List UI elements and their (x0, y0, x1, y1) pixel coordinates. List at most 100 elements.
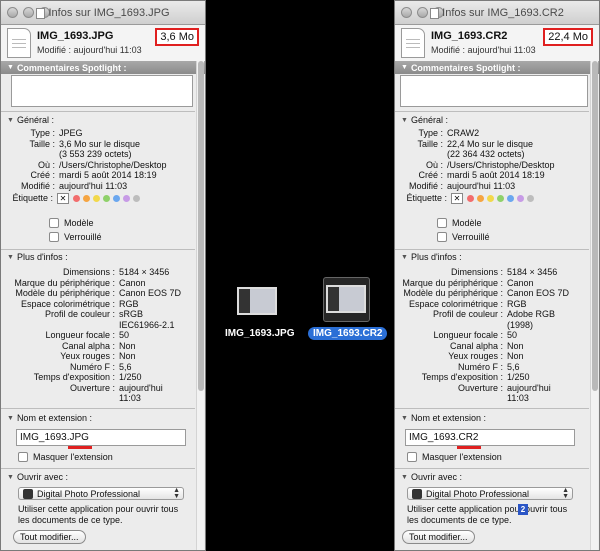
app-popup[interactable]: Digital Photo Professional ▲ ▼ (18, 487, 184, 500)
app-popup[interactable]: Digital Photo Professional ▲ ▼ (407, 487, 573, 500)
app-name: Digital Photo Professional (426, 488, 530, 499)
disclosure-triangle-icon[interactable]: ▼ (7, 415, 14, 422)
tag-dots (467, 193, 537, 203)
tag-color-dot[interactable] (73, 195, 80, 203)
desktop-file-jpg[interactable]: IMG_1693.JPG (220, 327, 299, 340)
info-label: Taille : (29, 138, 55, 149)
spotlight-comments-field[interactable] (11, 75, 193, 107)
general-label: Général : (16, 115, 54, 125)
tag-color-dot[interactable] (83, 195, 90, 203)
disclosure-triangle-icon[interactable]: ▼ (401, 474, 408, 481)
name-header[interactable]: ▼ Nom et extension : (401, 413, 486, 423)
info-row: Ouverture : aujourd'hui (395, 383, 585, 394)
disclosure-triangle-icon[interactable]: ▼ (401, 415, 408, 422)
locked-checkbox-row[interactable]: Verrouillé (49, 232, 102, 242)
etiquette-label: Étiquette : (406, 193, 447, 203)
name-field[interactable]: IMG_1693 .CR2 (405, 429, 575, 446)
more-info-header[interactable]: ▼ Plus d'infos : (401, 252, 462, 262)
disclosure-triangle-icon[interactable]: ▼ (7, 254, 14, 261)
info-row: Modifié : aujourd'hui 11:03 (395, 181, 585, 192)
title-bar[interactable]: Infos sur IMG_1693.CR2 (395, 1, 599, 25)
disclosure-triangle-icon[interactable]: ▼ (401, 254, 408, 261)
info-row: Modifié : aujourd'hui 11:03 (1, 181, 191, 192)
open-with-help: Utiliser cette application pour ouvrir t… (18, 504, 179, 525)
info-label: Profil de couleur : (432, 309, 503, 319)
divider (395, 111, 589, 112)
tag-color-dot[interactable] (487, 195, 494, 203)
name-header[interactable]: ▼ Nom et extension : (7, 413, 92, 423)
hide-ext-row[interactable]: Masquer l'extension (18, 452, 113, 462)
divider (1, 111, 195, 112)
info-label: Profil de couleur : (44, 309, 115, 319)
general-header[interactable]: ▼ Général : (401, 115, 448, 125)
disclosure-triangle-icon[interactable]: ▼ (401, 64, 408, 71)
spotlight-header[interactable]: ▼ Commentaires Spotlight : (395, 61, 599, 74)
no-label-icon[interactable]: ✕ (57, 193, 69, 204)
hide-ext-checkbox[interactable] (407, 452, 417, 462)
locked-checkbox[interactable] (437, 232, 447, 242)
spotlight-comments-field[interactable] (400, 75, 588, 107)
template-checkbox[interactable] (49, 218, 59, 228)
scrollbar[interactable] (590, 61, 598, 550)
tag-color-dot[interactable] (467, 195, 474, 203)
spotlight-label: Commentaires Spotlight : (16, 62, 127, 73)
info-label: Espace colorimétrique : (408, 298, 503, 309)
disclosure-triangle-icon[interactable]: ▼ (7, 64, 14, 71)
tag-color-dot[interactable] (477, 195, 484, 203)
more-info-header[interactable]: ▼ Plus d'infos : (7, 252, 68, 262)
tag-color-dot[interactable] (123, 195, 130, 203)
hide-ext-checkbox[interactable] (18, 452, 28, 462)
open-with-header[interactable]: ▼ Ouvrir avec : (401, 472, 462, 482)
disclosure-triangle-icon[interactable]: ▼ (7, 474, 14, 481)
name-extension: .CR2 (455, 432, 479, 443)
desktop-file-cr2[interactable]: IMG_1693.CR2 (308, 327, 388, 340)
template-checkbox[interactable] (437, 218, 447, 228)
info-label: Temps d'exposition : (421, 372, 503, 382)
tag-color-dot[interactable] (93, 195, 100, 203)
scrollbar-thumb[interactable] (198, 61, 204, 391)
hide-ext-label: Masquer l'extension (33, 452, 113, 462)
info-row: Type : CRAW2 (395, 128, 585, 139)
change-all-button[interactable]: Tout modifier... (13, 530, 86, 544)
general-header[interactable]: ▼ Général : (7, 115, 54, 125)
more-info-label: Plus d'infos : (410, 252, 462, 262)
tag-color-dot[interactable] (517, 195, 524, 203)
tag-color-dot[interactable] (527, 195, 534, 203)
info-value: Canon EOS 7D (507, 288, 570, 298)
scrollbar[interactable] (196, 61, 204, 550)
info-row: Modèle du périphérique : Canon EOS 7D (395, 288, 585, 299)
template-checkbox-row[interactable]: Modèle (49, 218, 94, 228)
scrollbar-thumb[interactable] (592, 61, 598, 391)
open-with-header[interactable]: ▼ Ouvrir avec : (7, 472, 68, 482)
disclosure-triangle-icon[interactable]: ▼ (7, 117, 14, 124)
name-field[interactable]: IMG_1693 .JPG (16, 429, 186, 446)
tag-color-dot[interactable] (497, 195, 504, 203)
title-bar[interactable]: Infos sur IMG_1693.JPG (1, 1, 205, 25)
info-label: Type : (30, 128, 55, 138)
info-value: 5184 × 3456 (507, 267, 558, 277)
info-label: Numéro F : (457, 361, 503, 372)
disclosure-triangle-icon[interactable]: ▼ (401, 117, 408, 124)
no-label-icon[interactable]: ✕ (451, 193, 463, 204)
photo-thumbnail-icon[interactable] (326, 285, 366, 313)
divider (1, 468, 195, 469)
template-checkbox-row[interactable]: Modèle (437, 218, 482, 228)
hide-ext-row[interactable]: Masquer l'extension (407, 452, 502, 462)
tag-color-dot[interactable] (507, 195, 514, 203)
locked-checkbox-row[interactable]: Verrouillé (437, 232, 490, 242)
photo-thumbnail-icon[interactable] (237, 287, 277, 315)
tag-color-dot[interactable] (133, 195, 140, 203)
info-value: 3,6 Mo sur le disque (59, 138, 141, 149)
spotlight-header[interactable]: ▼ Commentaires Spotlight : (1, 61, 205, 74)
info-row: Profil de couleur : Adobe RGB (395, 309, 585, 320)
locked-checkbox[interactable] (49, 232, 59, 242)
divider (1, 249, 195, 250)
general-label: Général : (410, 115, 448, 125)
info-label: Créé : (418, 170, 443, 180)
modified-line: Modifié : aujourd'hui 11:03 (37, 45, 142, 55)
tag-color-dot[interactable] (103, 195, 110, 203)
change-all-button[interactable]: Tout modifier... (402, 530, 475, 544)
info-value: sRGB (119, 309, 144, 319)
info-value: 5,6 (119, 361, 132, 372)
tag-color-dot[interactable] (113, 195, 120, 203)
